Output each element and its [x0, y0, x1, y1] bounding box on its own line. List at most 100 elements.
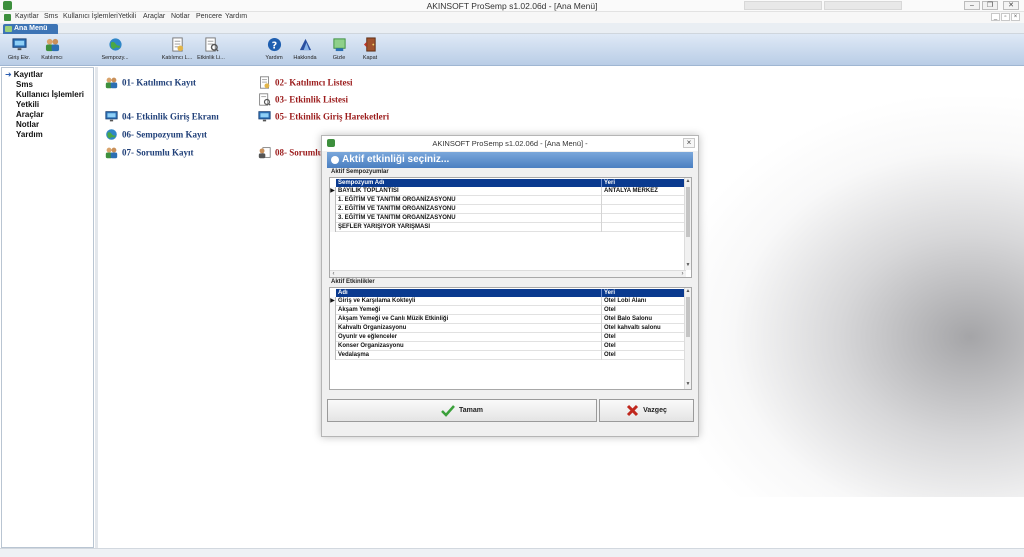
hakkinda-button[interactable]: Hakkında: [288, 37, 322, 65]
column-header-yeri[interactable]: Yeri: [604, 179, 615, 187]
cancel-button[interactable]: Vazgeç: [599, 399, 694, 422]
mdi-close-button[interactable]: ×: [1011, 13, 1020, 21]
scroll-left-icon[interactable]: ‹: [330, 271, 337, 277]
events-vertical-scrollbar[interactable]: ▲ ▼: [684, 288, 691, 389]
table-row[interactable]: Akşam Yemeği Otel: [330, 306, 686, 315]
ok-button[interactable]: Tamam: [327, 399, 597, 422]
tab-strip: Ana Menü: [0, 23, 1024, 34]
events-section-label: Aktif Etkinlikler: [331, 279, 375, 285]
menu-app-icon: [4, 14, 11, 21]
symposia-vertical-scrollbar[interactable]: ▲ ▼: [684, 178, 691, 270]
globe-icon: [106, 129, 117, 140]
mdi-restore-button[interactable]: ▫: [1001, 13, 1010, 21]
shortcut-etkinlik-giris-hareketleri[interactable]: 05- Etkinlik Giriş Hareketleri: [258, 110, 389, 124]
symposia-section-label: Aktif Sempozyumlar: [331, 169, 389, 175]
giris-ekrani-button[interactable]: Giriş Ekr.: [2, 37, 36, 65]
table-row[interactable]: ŞEFLER YARIŞIYOR YARIŞMASI: [330, 223, 686, 232]
katilimci-listesi-button[interactable]: Katılımcı L...: [160, 37, 194, 65]
monitor-icon: [105, 111, 118, 122]
shortcut-sorumlu-listesi[interactable]: 08- Sorumlu: [258, 146, 323, 160]
table-row[interactable]: 1. EĞİTİM VE TANITIM ORGANİZASYONU: [330, 196, 686, 205]
checkmark-icon: [441, 404, 455, 417]
shortcut-etkinlik-listesi[interactable]: 03- Etkinlik Listesi: [258, 93, 348, 107]
dialog-header: Aktif etkinliği seçiniz...: [327, 152, 693, 168]
table-row[interactable]: 3. EĞİTİM VE TANITIM ORGANİZASYONU: [330, 214, 686, 223]
dot-icon: [331, 156, 339, 164]
shortcut-katilimci-listesi[interactable]: 02- Katılımcı Listesi: [258, 76, 353, 90]
document-search-icon: [204, 37, 219, 52]
etkinlik-listesi-button[interactable]: Etkinlik Li...: [194, 37, 228, 65]
katilimci-button[interactable]: Katılımcı: [35, 37, 69, 65]
document-list-icon: [171, 37, 183, 52]
title-info-field: [744, 1, 822, 10]
tree-item-yetkili[interactable]: Yetkili: [2, 100, 93, 110]
help-icon: ?: [267, 37, 281, 51]
scroll-right-icon[interactable]: ›: [679, 271, 686, 277]
title-info-field-2: [824, 1, 902, 10]
scroll-down-icon[interactable]: ▼: [685, 381, 691, 388]
tab-icon: [5, 26, 12, 32]
menu-item-kullanici-islemleri[interactable]: Kullanıcı İşlemleri: [63, 13, 118, 20]
yardim-button[interactable]: ? Yardım: [257, 37, 291, 65]
table-row[interactable]: 2. EĞİTİM VE TANITIM ORGANİZASYONU: [330, 205, 686, 214]
menu-item-araclar[interactable]: Araçlar: [143, 13, 165, 20]
table-row[interactable]: Akşam Yemeği ve Canlı Müzik Etkinliği Ote…: [330, 315, 686, 324]
table-row[interactable]: Kahvaltı Organizasyonu Otel kahvaltı salo…: [330, 324, 686, 333]
tree-item-araclar[interactable]: Araçlar: [2, 110, 93, 120]
shortcut-katilimci-kayit[interactable]: 01- Katılımcı Kayıt: [105, 76, 196, 90]
scroll-up-icon[interactable]: ▲: [685, 178, 691, 185]
menu-item-kayitlar[interactable]: Kayıtlar: [15, 13, 39, 20]
table-row[interactable]: Konser Organizasyonu Otel: [330, 342, 686, 351]
users-icon: [45, 38, 59, 52]
symposia-grid: Sempozyum Adı Yeri ▶ BAYILIK TOPLANTISI AN…: [329, 177, 692, 278]
events-grid-header: Adı Yeri: [336, 289, 686, 297]
monitor-icon: [11, 38, 27, 51]
svg-text:?: ?: [271, 40, 276, 51]
row-pointer-icon: ▶: [330, 187, 336, 196]
column-header-sempozyum-adi[interactable]: Sempozyum Adı: [338, 179, 384, 187]
column-header-adi[interactable]: Adı: [338, 289, 348, 297]
table-row[interactable]: ▶ BAYILIK TOPLANTISI ANTALYA MERKEZ: [330, 187, 686, 196]
info-icon: [299, 38, 311, 51]
menu-bar: Kayıtlar Sms Kullanıcı İşlemleri Yetkili…: [0, 12, 1024, 23]
kapat-button[interactable]: Kapat: [353, 37, 387, 65]
minimize-button[interactable]: –: [964, 1, 980, 10]
gizle-button[interactable]: Gizle: [322, 37, 356, 65]
maximize-button[interactable]: ❐: [982, 1, 998, 10]
tab-ana-menu[interactable]: Ana Menü: [3, 24, 58, 34]
tree-item-notlar[interactable]: Notlar: [2, 120, 93, 130]
close-button[interactable]: ✕: [1003, 1, 1019, 10]
scroll-thumb[interactable]: [686, 297, 690, 337]
scroll-down-icon[interactable]: ▼: [685, 262, 691, 269]
symposia-grid-header: Sempozyum Adı Yeri: [336, 179, 686, 187]
scroll-up-icon[interactable]: ▲: [685, 288, 691, 295]
tree-item-kayitlar[interactable]: ➜ Kayıtlar: [2, 70, 93, 80]
tree-item-sms[interactable]: Sms: [2, 80, 93, 90]
menu-item-yetkili[interactable]: Yetkili: [118, 13, 136, 20]
tree-item-yardim[interactable]: Yardım: [2, 130, 93, 140]
menu-item-sms[interactable]: Sms: [44, 13, 58, 20]
scroll-thumb[interactable]: [686, 187, 690, 237]
document-list-icon: [260, 76, 270, 89]
tree-item-kullanici-islemleri[interactable]: Kullanıcı İşlemleri: [2, 90, 93, 100]
table-row[interactable]: Oyunlr ve eğlenceler Otel: [330, 333, 686, 342]
shortcut-sorumlu-kayit[interactable]: 07- Sorumlu Kayıt: [105, 146, 194, 160]
background-auditorium-image: [664, 97, 1024, 497]
arrow-right-icon: ➜: [5, 70, 12, 79]
users-icon: [105, 77, 118, 89]
column-header-yeri[interactable]: Yeri: [604, 289, 615, 297]
globe-icon: [108, 38, 122, 51]
symposia-horizontal-scrollbar[interactable]: ‹ ›: [330, 270, 686, 277]
shortcut-sempozyum-kayit[interactable]: 06- Sempozyum Kayıt: [105, 128, 207, 142]
sempozyum-button[interactable]: Sempozy...: [98, 37, 132, 65]
table-row[interactable]: ▶ Giriş ve Karşılama Kokteyli Otel Lobi Al…: [330, 297, 686, 306]
menu-item-pencere[interactable]: Pencere: [196, 13, 222, 20]
menu-item-yardim[interactable]: Yardım: [225, 13, 247, 20]
menu-item-notlar[interactable]: Notlar: [171, 13, 190, 20]
person-list-icon: [258, 147, 271, 159]
shortcut-etkinlik-giris-ekrani[interactable]: 04- Etkinlik Giriş Ekranı: [105, 110, 219, 124]
toolbar: Giriş Ekr. Katılımcı Sempozy... Katılımc…: [0, 34, 1024, 66]
dialog-close-button[interactable]: ×: [683, 138, 695, 148]
mdi-minimize-button[interactable]: _: [991, 13, 1000, 21]
table-row[interactable]: Vedalaşma Otel: [330, 351, 686, 360]
